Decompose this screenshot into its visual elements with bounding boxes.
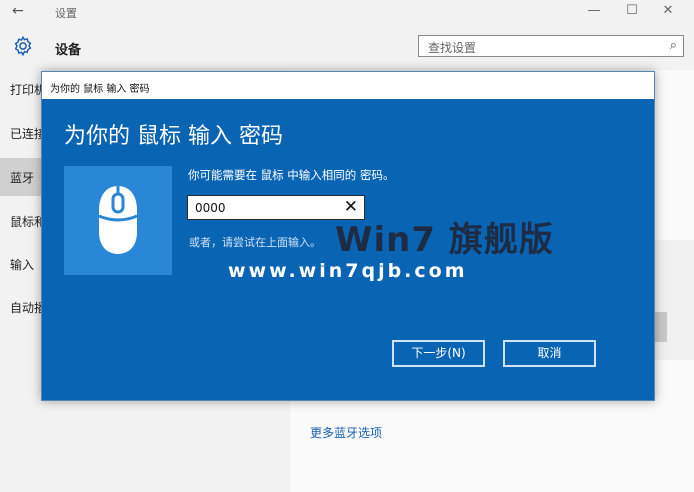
cancel-button[interactable]: 取消 [503,340,596,367]
back-arrow-icon[interactable]: ← [12,3,24,19]
next-button[interactable]: 下一步(N) [392,340,485,367]
sidebar-item-label: 输入 [10,258,35,272]
dialog-titlebar: 为你的 鼠标 输入 密码 [42,72,654,99]
dialog-prompt: 你可能需要在 鼠标 中输入相同的 密码。 [188,168,395,182]
page-title: 设备 [55,43,82,58]
watermark-brand: Win7 旗舰版 [335,220,554,260]
watermark-url: www.win7qjb.com [228,260,468,282]
close-icon[interactable]: ✕ [656,3,680,18]
pin-value: 0000 [195,201,226,215]
minimize-icon[interactable]: — [582,3,606,18]
settings-header: 设备 查找设置 ⌕ [0,24,694,70]
app-title: 设置 [55,7,77,20]
search-input[interactable]: 查找设置 ⌕ [418,35,684,57]
mouse-icon [98,186,138,254]
sidebar-item-label: 蓝牙 [10,171,35,185]
more-bluetooth-options-link[interactable]: 更多蓝牙选项 [310,424,382,441]
scrollbar-thumb[interactable] [655,312,667,342]
gear-icon [14,35,32,57]
maximize-icon[interactable]: ☐ [620,3,644,18]
dialog-titlebar-text: 为你的 鼠标 输入 密码 [50,84,150,95]
window-titlebar: ← 设置 — ☐ ✕ [0,0,694,24]
search-icon[interactable]: ⌕ [670,38,677,53]
dialog-heading: 为你的 鼠标 输入 密码 [64,124,283,149]
alt-hint: 或者，请尝试在上面输入。 [189,236,321,249]
mouse-tile [64,166,172,275]
search-placeholder: 查找设置 [428,41,477,55]
